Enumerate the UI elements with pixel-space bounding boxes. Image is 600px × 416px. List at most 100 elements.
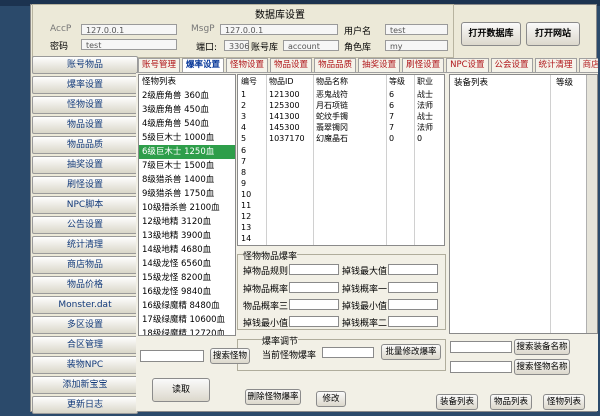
cell-no: 4 — [241, 123, 247, 132]
list-item[interactable]: 14级龙怪 6560血 — [139, 257, 235, 271]
sidebar-item-equip-npc[interactable]: 装物NPC — [32, 356, 138, 374]
cell-no: 1 — [241, 90, 247, 99]
sidebar-item-monster-settings[interactable]: 怪物设置 — [32, 96, 138, 114]
throw-min-label: 掉钱最小值 — [342, 302, 388, 312]
throw-rate-label: 掉物品概率 — [243, 285, 289, 295]
cell-job: 0 — [417, 134, 423, 143]
port-field[interactable]: 3306 — [224, 40, 249, 51]
column-header-name: 物品名称 — [316, 77, 348, 86]
cell-no: 14 — [241, 234, 252, 243]
list-item[interactable]: 16级绿魔精 8480血 — [139, 299, 235, 313]
throw-min-field[interactable] — [388, 299, 438, 310]
tab-lottery[interactable]: 抽奖设置 — [358, 58, 401, 72]
list-item[interactable]: 9级猎杀兽 1750血 — [139, 187, 235, 201]
sidebar-item-stats-cleanup[interactable]: 统计清理 — [32, 236, 138, 254]
tab-monster[interactable]: 怪物设置 — [226, 58, 269, 72]
sidebar-item-merge-zone[interactable]: 合区管理 — [32, 336, 138, 354]
tab-spawn[interactable]: 刷怪设置 — [402, 58, 445, 72]
read-button[interactable]: 读取 — [152, 378, 210, 402]
throw-rule-field[interactable] — [289, 264, 339, 275]
drop-rate3-field[interactable] — [289, 299, 339, 310]
open-database-button[interactable]: 打开数据库 — [461, 22, 521, 46]
username-field[interactable]: test — [385, 24, 448, 35]
equip-list-button[interactable]: 装备列表 — [436, 394, 478, 410]
table-header-row: 编号 物品ID 物品名称 等级 职业 — [238, 76, 444, 87]
password-field[interactable]: test — [81, 39, 177, 50]
search-monster-button[interactable]: 搜索怪物 — [210, 348, 250, 364]
throw-rate2-field[interactable] — [388, 316, 438, 327]
account-db-field[interactable]: account — [283, 40, 339, 51]
monster-name-search-input[interactable] — [450, 361, 512, 373]
list-item[interactable]: 16级龙怪 9840血 — [139, 285, 235, 299]
list-item[interactable]: 5级巨木士 1000血 — [139, 131, 235, 145]
cell-job: 法师 — [417, 123, 433, 132]
sidebar-item-shop-items[interactable]: 商店物品 — [32, 256, 138, 274]
sidebar-item-account-items[interactable]: 账号物品 — [32, 56, 138, 74]
throw-rate-field[interactable] — [289, 282, 339, 293]
throw-min2-field[interactable] — [289, 316, 339, 327]
list-item[interactable]: 10级猎杀兽 2100血 — [139, 201, 235, 215]
tab-guild[interactable]: 公会设置 — [490, 58, 533, 72]
tab-account[interactable]: 账号管理 — [138, 58, 181, 72]
sidebar-item-drop-rate[interactable]: 爆率设置 — [32, 76, 138, 94]
sidebar-item-lottery[interactable]: 抽奖设置 — [32, 156, 138, 174]
tab-quality[interactable]: 物品品质 — [314, 58, 357, 72]
throw-max-label: 掉钱最大值 — [342, 267, 388, 277]
cell-id: 1037170 — [269, 134, 305, 143]
cell-level: 7 — [389, 112, 395, 121]
monster-list[interactable]: 怪物列表 2级鹿角兽 360血 3级鹿角兽 450血 4级鹿角兽 540血 5级… — [138, 74, 236, 336]
list-item[interactable]: 18级绿魔精 12720血 — [139, 327, 235, 335]
throw-max-field[interactable] — [388, 264, 438, 275]
cell-name: 恶鬼战符 — [316, 90, 348, 99]
list-item[interactable]: 14级地精 4680血 — [139, 243, 235, 257]
cell-no: 11 — [241, 201, 252, 210]
sidebar-item-item-quality[interactable]: 物品品质 — [32, 136, 138, 154]
list-item[interactable]: 3级鹿角兽 450血 — [139, 103, 235, 117]
delete-monster-rate-button[interactable]: 删除怪物爆率 — [245, 389, 301, 405]
sidebar-item-add-pet[interactable]: 添加新宝宝 — [32, 376, 138, 394]
throw-rate1-field[interactable] — [388, 282, 438, 293]
sidebar-item-item-settings[interactable]: 物品设置 — [32, 116, 138, 134]
sidebar-item-npc-script[interactable]: NPC脚本 — [32, 196, 138, 214]
modify-button[interactable]: 修改 — [316, 391, 346, 407]
accp-field[interactable]: 127.0.0.1 — [81, 24, 177, 35]
list-item[interactable]: 15级龙怪 8200血 — [139, 271, 235, 285]
search-monster-name-button[interactable]: 搜索怪物名称 — [514, 359, 570, 375]
sidebar-item-changelog[interactable]: 更新日志 — [32, 396, 138, 414]
sidebar-item-announcement[interactable]: 公告设置 — [32, 216, 138, 234]
sidebar-item-item-price[interactable]: 物品价格 — [32, 276, 138, 294]
column-header-id: 物品ID — [269, 77, 294, 86]
equip-list-scrollbar[interactable] — [586, 75, 597, 333]
tab-drop-rate[interactable]: 爆率设置 — [182, 58, 225, 72]
tab-npc[interactable]: NPC设置 — [446, 58, 489, 72]
equip-search-input[interactable] — [450, 341, 512, 353]
tab-stats[interactable]: 统计清理 — [534, 58, 577, 72]
list-item[interactable]: 4级鹿角兽 540血 — [139, 117, 235, 131]
list-item[interactable]: 13级地精 3900血 — [139, 229, 235, 243]
equip-list[interactable]: 装备列表 等级 — [449, 74, 598, 334]
list-item-selected[interactable]: 6级巨木士 1250血 — [139, 145, 235, 159]
throw-rate2-label: 掉钱概率二 — [342, 319, 388, 329]
list-item[interactable]: 7级巨木士 1500血 — [139, 159, 235, 173]
list-item[interactable]: 12级地精 3120血 — [139, 215, 235, 229]
msgp-field[interactable]: 127.0.0.1 — [220, 24, 338, 35]
sidebar-item-multi-zone[interactable]: 多区设置 — [32, 316, 138, 334]
search-equip-button[interactable]: 搜索装备名称 — [514, 339, 570, 355]
monster-list-button[interactable]: 怪物列表 — [543, 394, 585, 410]
list-item[interactable]: 8级猎杀兽 1400血 — [139, 173, 235, 187]
tab-item[interactable]: 物品设置 — [270, 58, 313, 72]
sidebar-item-monster-dat[interactable]: Monster.dat — [32, 296, 138, 314]
monster-search-input[interactable] — [140, 350, 204, 362]
list-item[interactable]: 2级鹿角兽 360血 — [139, 89, 235, 103]
item-list-button[interactable]: 物品列表 — [490, 394, 532, 410]
list-item[interactable]: 17级绿魔精 10600血 — [139, 313, 235, 327]
role-db-field[interactable]: my — [385, 40, 448, 51]
open-website-button[interactable]: 打开网站 — [526, 22, 580, 46]
batch-modify-rate-button[interactable]: 批量修改爆率 — [381, 344, 441, 360]
drop-table[interactable]: 编号 物品ID 物品名称 等级 职业 1 121300 恶鬼战符 6 战士 2 12530… — [237, 74, 445, 246]
sidebar-item-spawn[interactable]: 刷怪设置 — [32, 176, 138, 194]
cell-no: 9 — [241, 179, 247, 188]
current-rate-field[interactable] — [322, 347, 374, 358]
tab-strip: 账号管理 爆率设置 怪物设置 物品设置 物品品质 抽奖设置 刷怪设置 NPC设置 公会设置 统计清… — [138, 58, 598, 72]
tab-shop[interactable]: 商店物 — [578, 58, 598, 72]
